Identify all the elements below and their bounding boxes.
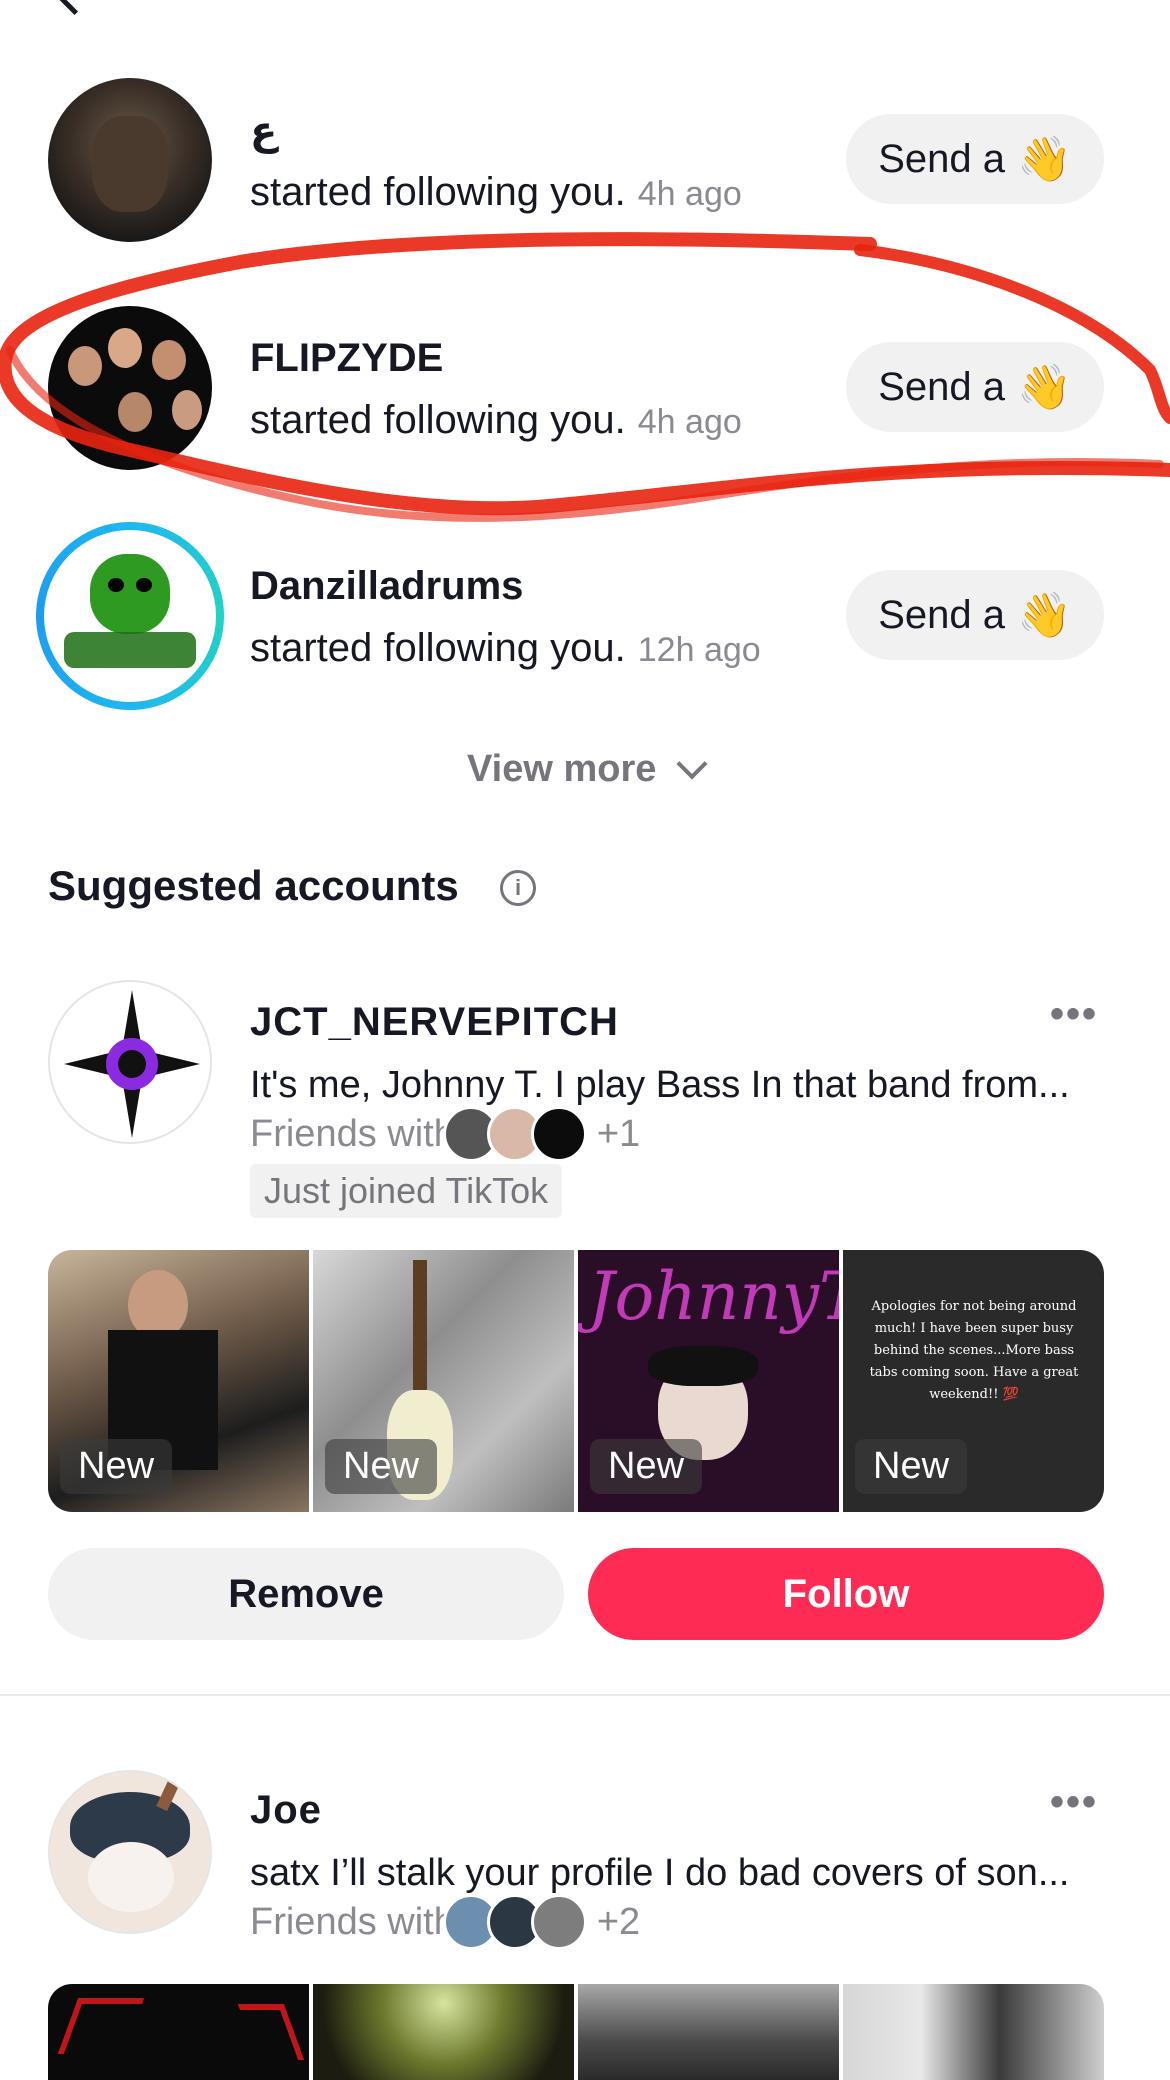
star-logo-icon	[64, 990, 200, 1138]
view-more-label: View more	[467, 748, 657, 790]
section-title: Suggested accounts	[48, 862, 459, 909]
video-thumbnail[interactable]: Apologies for not being around much! I h…	[843, 1250, 1104, 1512]
suggested-bio: satx I’ll stalk your profile I do bad co…	[250, 1852, 1070, 1894]
friends-with: Friends with +2	[250, 1894, 640, 1950]
video-thumbnails: New New JohnnyT New Apologies for not be…	[48, 1250, 1104, 1512]
chevron-down-icon	[676, 748, 708, 780]
friend-avatar	[530, 1106, 587, 1162]
new-label: New	[325, 1439, 438, 1494]
red-annotation-scribble	[0, 232, 1170, 522]
more-options-icon[interactable]: •••	[1050, 1780, 1098, 1825]
info-icon[interactable]: i	[500, 870, 536, 906]
suggested-username[interactable]: JCT_NERVEPITCH	[250, 1000, 619, 1045]
remove-button[interactable]: Remove	[48, 1548, 564, 1640]
avatar[interactable]	[48, 1770, 212, 1934]
video-thumbnail[interactable]: New	[48, 1250, 309, 1512]
new-label: New	[60, 1439, 173, 1494]
divider	[0, 1694, 1170, 1696]
video-thumbnail[interactable]	[578, 1984, 839, 2080]
video-thumbnail[interactable]	[48, 1984, 309, 2080]
friends-label: Friends with	[250, 1112, 455, 1155]
friend-avatar	[530, 1894, 587, 1950]
new-label: New	[590, 1439, 703, 1494]
video-thumbnail[interactable]: JohnnyT New	[578, 1250, 839, 1512]
video-thumbnail[interactable]	[843, 1984, 1104, 2080]
friends-label: Friends with	[250, 1900, 455, 1943]
thumb-caption: Apologies for not being around much! I h…	[869, 1299, 1079, 1403]
follow-button[interactable]: Follow	[588, 1548, 1104, 1640]
suggested-bio: It's me, Johnny T. I play Bass In that b…	[250, 1064, 1070, 1106]
video-thumbnail[interactable]: New	[313, 1250, 574, 1512]
new-user-badge: Just joined TikTok	[250, 1164, 563, 1218]
new-label: New	[855, 1439, 968, 1494]
thumb-handwriting: JohnnyT	[588, 1258, 839, 1335]
more-options-icon[interactable]: •••	[1050, 992, 1098, 1037]
view-more-button[interactable]: View more	[0, 748, 1170, 791]
video-thumbnail[interactable]	[313, 1984, 574, 2080]
friends-with: Friends with +1	[250, 1106, 640, 1162]
suggested-username[interactable]: Joe	[250, 1788, 322, 1833]
friends-extra-count: +2	[596, 1900, 641, 1943]
friends-extra-count: +1	[596, 1112, 641, 1155]
video-thumbnails	[48, 1984, 1104, 2080]
avatar[interactable]	[48, 980, 212, 1144]
